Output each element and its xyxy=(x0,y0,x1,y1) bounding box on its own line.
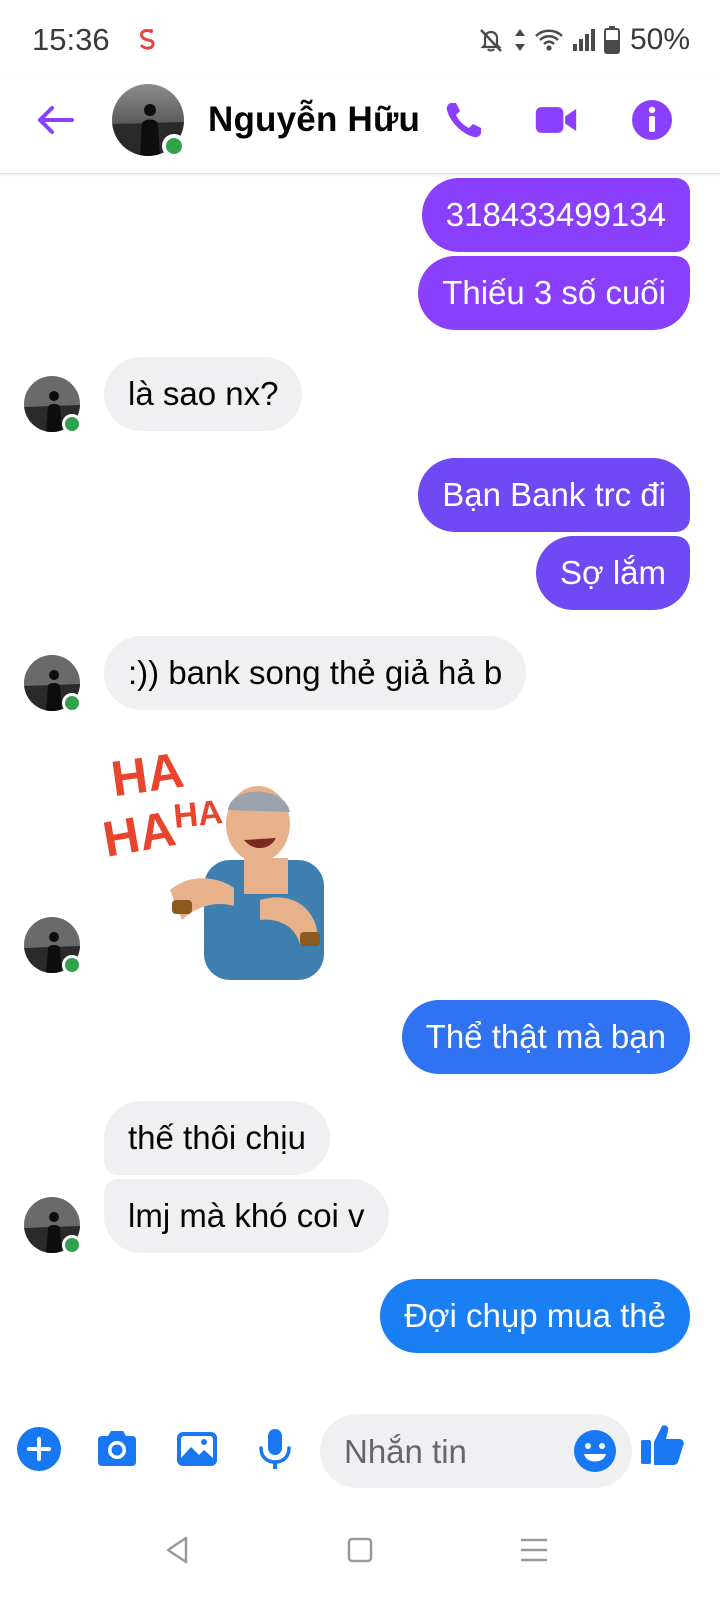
message-text: 318433499134 xyxy=(445,196,666,233)
camera-icon[interactable] xyxy=(94,1426,140,1472)
message-text: :)) bank song thẻ giả hả b xyxy=(128,654,503,691)
signal-icon xyxy=(572,29,595,51)
online-status-dot xyxy=(162,134,186,158)
message-bubble-outgoing[interactable]: Bạn Bank trc đi xyxy=(418,458,690,532)
status-time: 15:36 xyxy=(32,22,110,57)
message-bubble-outgoing[interactable]: Thiếu 3 số cuối xyxy=(418,256,690,330)
image-icon[interactable] xyxy=(174,1426,220,1472)
message-bubble-outgoing[interactable]: Sợ lắm xyxy=(536,536,690,610)
message-text: là sao nx? xyxy=(128,375,279,412)
conversation-header: Nguyễn Hữu xyxy=(0,80,720,174)
info-icon[interactable] xyxy=(630,98,674,142)
video-camera-icon[interactable] xyxy=(534,98,578,142)
wifi-icon xyxy=(535,29,563,51)
battery-percent: 50% xyxy=(629,23,690,56)
message-bubble-outgoing[interactable]: Đợi chụp mua thẻ xyxy=(380,1279,690,1353)
message-text: lmj mà khó coi v xyxy=(128,1197,365,1234)
message-text: Bạn Bank trc đi xyxy=(442,476,666,513)
message-bubble-outgoing[interactable]: Thể thật mà bạn xyxy=(401,1000,690,1074)
message-bubble-incoming[interactable]: là sao nx? xyxy=(104,357,303,431)
svg-text:HA: HA xyxy=(172,793,225,836)
thumbs-up-icon[interactable] xyxy=(638,1420,686,1468)
system-navigation-bar xyxy=(0,1500,720,1600)
back-arrow-icon[interactable] xyxy=(32,100,80,140)
svg-text:HA: HA xyxy=(104,800,180,868)
online-status-dot xyxy=(62,414,82,434)
online-status-dot xyxy=(62,693,82,713)
message-text: Đợi chụp mua thẻ xyxy=(404,1297,666,1334)
contact-name[interactable]: Nguyễn Hữu xyxy=(208,100,420,140)
online-status-dot xyxy=(62,955,82,975)
message-bubble-outgoing[interactable]: 318433499134 xyxy=(421,178,690,252)
emoji-icon[interactable] xyxy=(572,1428,618,1474)
message-text: Thiếu 3 số cuối xyxy=(442,274,666,311)
message-text: Thể thật mà bạn xyxy=(425,1018,666,1055)
status-icons: 50% xyxy=(476,22,690,58)
message-bubble-incoming[interactable]: :)) bank song thẻ giả hả b xyxy=(104,636,527,710)
phone-icon[interactable] xyxy=(442,98,486,142)
mute-icon xyxy=(480,29,502,52)
microphone-icon[interactable] xyxy=(252,1426,298,1472)
nav-menu-icon[interactable] xyxy=(514,1530,554,1570)
laughing-sticker[interactable]: HA HA HA xyxy=(104,740,344,980)
message-bubble-incoming[interactable]: thế thôi chịu xyxy=(104,1101,330,1175)
snake-app-icon xyxy=(139,29,155,50)
message-input[interactable]: Nhắn tin xyxy=(320,1414,632,1488)
message-list[interactable]: 318433499134 Thiếu 3 số cuối là sao nx? … xyxy=(0,174,720,1399)
plus-icon[interactable] xyxy=(16,1426,62,1472)
message-text: thế thôi chịu xyxy=(128,1119,306,1156)
nav-back-icon[interactable] xyxy=(158,1530,198,1570)
online-status-dot xyxy=(62,1235,82,1255)
battery-icon xyxy=(603,26,620,54)
status-bar: 15:36 50% xyxy=(0,0,720,80)
message-composer: Nhắn tin xyxy=(0,1400,720,1500)
message-input-placeholder: Nhắn tin xyxy=(344,1433,467,1470)
nav-home-icon[interactable] xyxy=(340,1530,380,1570)
message-bubble-incoming[interactable]: lmj mà khó coi v xyxy=(104,1179,389,1253)
data-arrows-icon xyxy=(514,29,525,51)
message-text: Sợ lắm xyxy=(560,554,666,591)
